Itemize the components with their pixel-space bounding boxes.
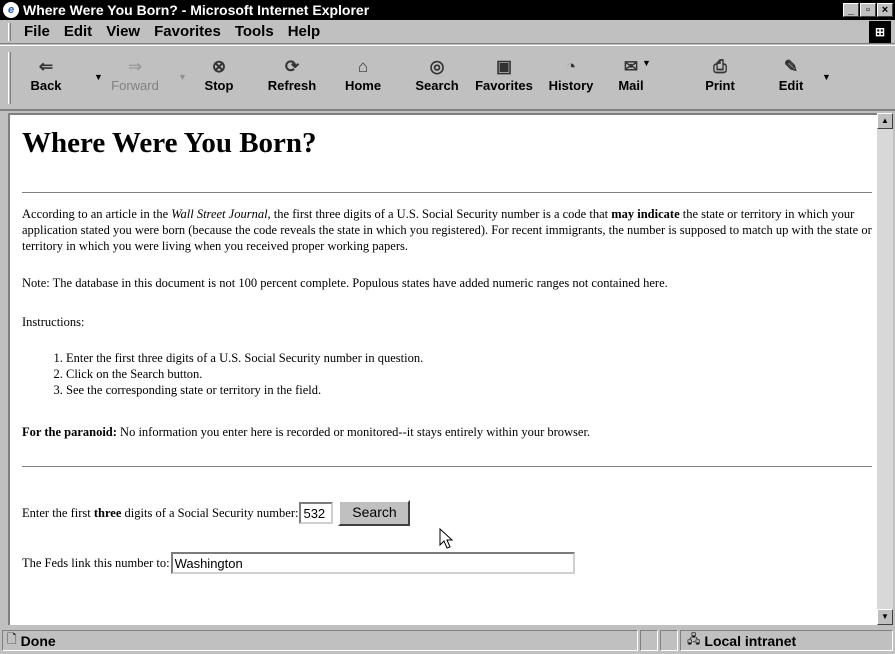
- divider-top: [22, 192, 872, 194]
- instruction-steps: Enter the first three digits of a U.S. S…: [22, 350, 423, 398]
- home-button[interactable]: ⌂ Home: [338, 50, 388, 106]
- instructions-label: Instructions:: [22, 315, 85, 329]
- forward-label: Forward: [111, 78, 159, 93]
- window-title: Where Were You Born? - Microsoft Interne…: [23, 2, 370, 18]
- mail-dropdown-icon[interactable]: ▼: [642, 58, 651, 68]
- intro-text-1: According to an article in the: [22, 207, 172, 221]
- refresh-label: Refresh: [267, 78, 317, 93]
- status-bar: 🗋 Done 🖧 Local intranet: [0, 627, 895, 654]
- stop-label: Stop: [204, 78, 234, 93]
- minimize-button[interactable]: _: [843, 3, 859, 17]
- forward-arrow-icon: ⇒: [127, 57, 143, 76]
- ssn-input[interactable]: [299, 502, 334, 524]
- forward-button[interactable]: ⇒ Forward: [104, 50, 166, 106]
- security-zone-panel: 🖧 Local intranet: [680, 630, 893, 651]
- divider-bottom: [22, 466, 872, 468]
- scroll-down-icon[interactable]: ▼: [877, 609, 893, 625]
- status-text-panel: 🗋 Done: [2, 630, 638, 651]
- refresh-button[interactable]: ⟳ Refresh: [261, 50, 323, 106]
- list-item: Enter the first three digits of a U.S. S…: [66, 350, 423, 366]
- forward-dropdown-icon[interactable]: ▼: [178, 72, 187, 82]
- intro-paragraph: According to an article in the Wall Stre…: [22, 206, 874, 254]
- security-zone-text: Local intranet: [704, 632, 797, 649]
- ssn-label-bold: three: [93, 505, 122, 520]
- result-field[interactable]: [170, 552, 575, 574]
- stop-icon: ⊗: [211, 57, 227, 76]
- restore-button[interactable]: ▫: [860, 3, 876, 17]
- scroll-up-icon[interactable]: ▲: [877, 113, 893, 129]
- mail-label: Mail: [618, 78, 644, 93]
- stop-button[interactable]: ⊗ Stop: [194, 50, 244, 106]
- close-button[interactable]: ×: [877, 3, 893, 17]
- history-button[interactable]: ◔ History: [542, 50, 600, 106]
- ssn-label-suffix: digits of a Social Security number:: [124, 505, 299, 520]
- refresh-icon: ⟳: [284, 57, 300, 76]
- list-item: See the corresponding state or territory…: [66, 382, 423, 398]
- note-paragraph: Note: The database in this document is n…: [22, 276, 668, 290]
- back-button[interactable]: ⇐ Back: [18, 50, 74, 106]
- journal-name: Wall Street Journal: [171, 207, 268, 221]
- mouse-cursor-icon: [439, 528, 454, 549]
- menu-bar: File Edit View Favorites Tools Help ⊞: [0, 20, 895, 44]
- favorites-icon: ▣: [495, 57, 513, 76]
- vertical-scrollbar[interactable]: ▲ ▼: [877, 113, 893, 625]
- intro-emphasis: may indicate: [611, 207, 680, 221]
- edit-dropdown-icon[interactable]: ▼: [822, 72, 831, 82]
- ssn-form-row: Enter the first three digits of a Social…: [22, 500, 411, 526]
- menu-grip[interactable]: [8, 22, 11, 41]
- standard-toolbar: ⇐ Back ▼ ⇒ Forward ▼ ⊗ Stop ⟳ Refresh ⌂ …: [0, 45, 895, 111]
- home-label: Home: [344, 78, 382, 93]
- edit-label: Edit: [778, 78, 804, 93]
- printer-icon: ⎙: [713, 57, 727, 76]
- window-controls: _ ▫ ×: [842, 3, 893, 17]
- print-button[interactable]: ⎙ Print: [697, 50, 743, 106]
- paranoid-label: For the paranoid:: [22, 425, 117, 439]
- menu-file[interactable]: File: [17, 23, 57, 40]
- page-icon: 🗋: [7, 632, 17, 646]
- status-text: Done: [20, 632, 56, 649]
- menu-view[interactable]: View: [99, 23, 147, 40]
- status-panel-empty-1: [640, 630, 658, 651]
- menu-help[interactable]: Help: [281, 23, 328, 40]
- page-content: Where Were You Born? According to an art…: [8, 113, 877, 625]
- ssn-label-prefix: Enter the first: [22, 505, 91, 520]
- favorites-button[interactable]: ▣ Favorites: [470, 50, 538, 106]
- windows-logo-icon: ⊞: [869, 21, 891, 43]
- favorites-label: Favorites: [475, 78, 533, 93]
- search-toolbar-button[interactable]: ◎ Search: [410, 50, 464, 106]
- history-icon: ◔: [565, 57, 577, 76]
- search-button[interactable]: Search: [338, 500, 411, 526]
- title-bar: e Where Were You Born? - Microsoft Inter…: [0, 0, 895, 20]
- result-form-row: The Feds link this number to:: [22, 552, 575, 574]
- toolbar-grip[interactable]: [8, 52, 11, 104]
- intranet-icon: 🖧: [687, 632, 701, 646]
- paranoid-paragraph: For the paranoid: No information you ent…: [22, 424, 874, 440]
- home-icon: ⌂: [357, 57, 369, 76]
- page-title: Where Were You Born?: [22, 127, 317, 159]
- status-panel-empty-2: [660, 630, 678, 651]
- back-label: Back: [30, 78, 62, 93]
- menu-favorites[interactable]: Favorites: [147, 23, 228, 40]
- history-label: History: [548, 78, 594, 93]
- back-dropdown-icon[interactable]: ▼: [94, 72, 103, 82]
- paranoid-text: No information you enter here is recorde…: [116, 425, 591, 439]
- search-icon: ◎: [429, 57, 445, 76]
- intro-text-2: , the first three digits of a U.S. Socia…: [267, 207, 612, 221]
- menu-tools[interactable]: Tools: [228, 23, 281, 40]
- edit-icon: ✎: [783, 57, 799, 76]
- print-label: Print: [705, 78, 735, 93]
- menu-edit[interactable]: Edit: [57, 23, 99, 40]
- result-label: The Feds link this number to:: [22, 555, 170, 570]
- search-toolbar-label: Search: [415, 78, 459, 93]
- edit-button[interactable]: ✎ Edit: [770, 50, 812, 106]
- back-arrow-icon: ⇐: [38, 57, 54, 76]
- list-item: Click on the Search button.: [66, 366, 423, 382]
- ie-logo-icon: e: [3, 2, 19, 18]
